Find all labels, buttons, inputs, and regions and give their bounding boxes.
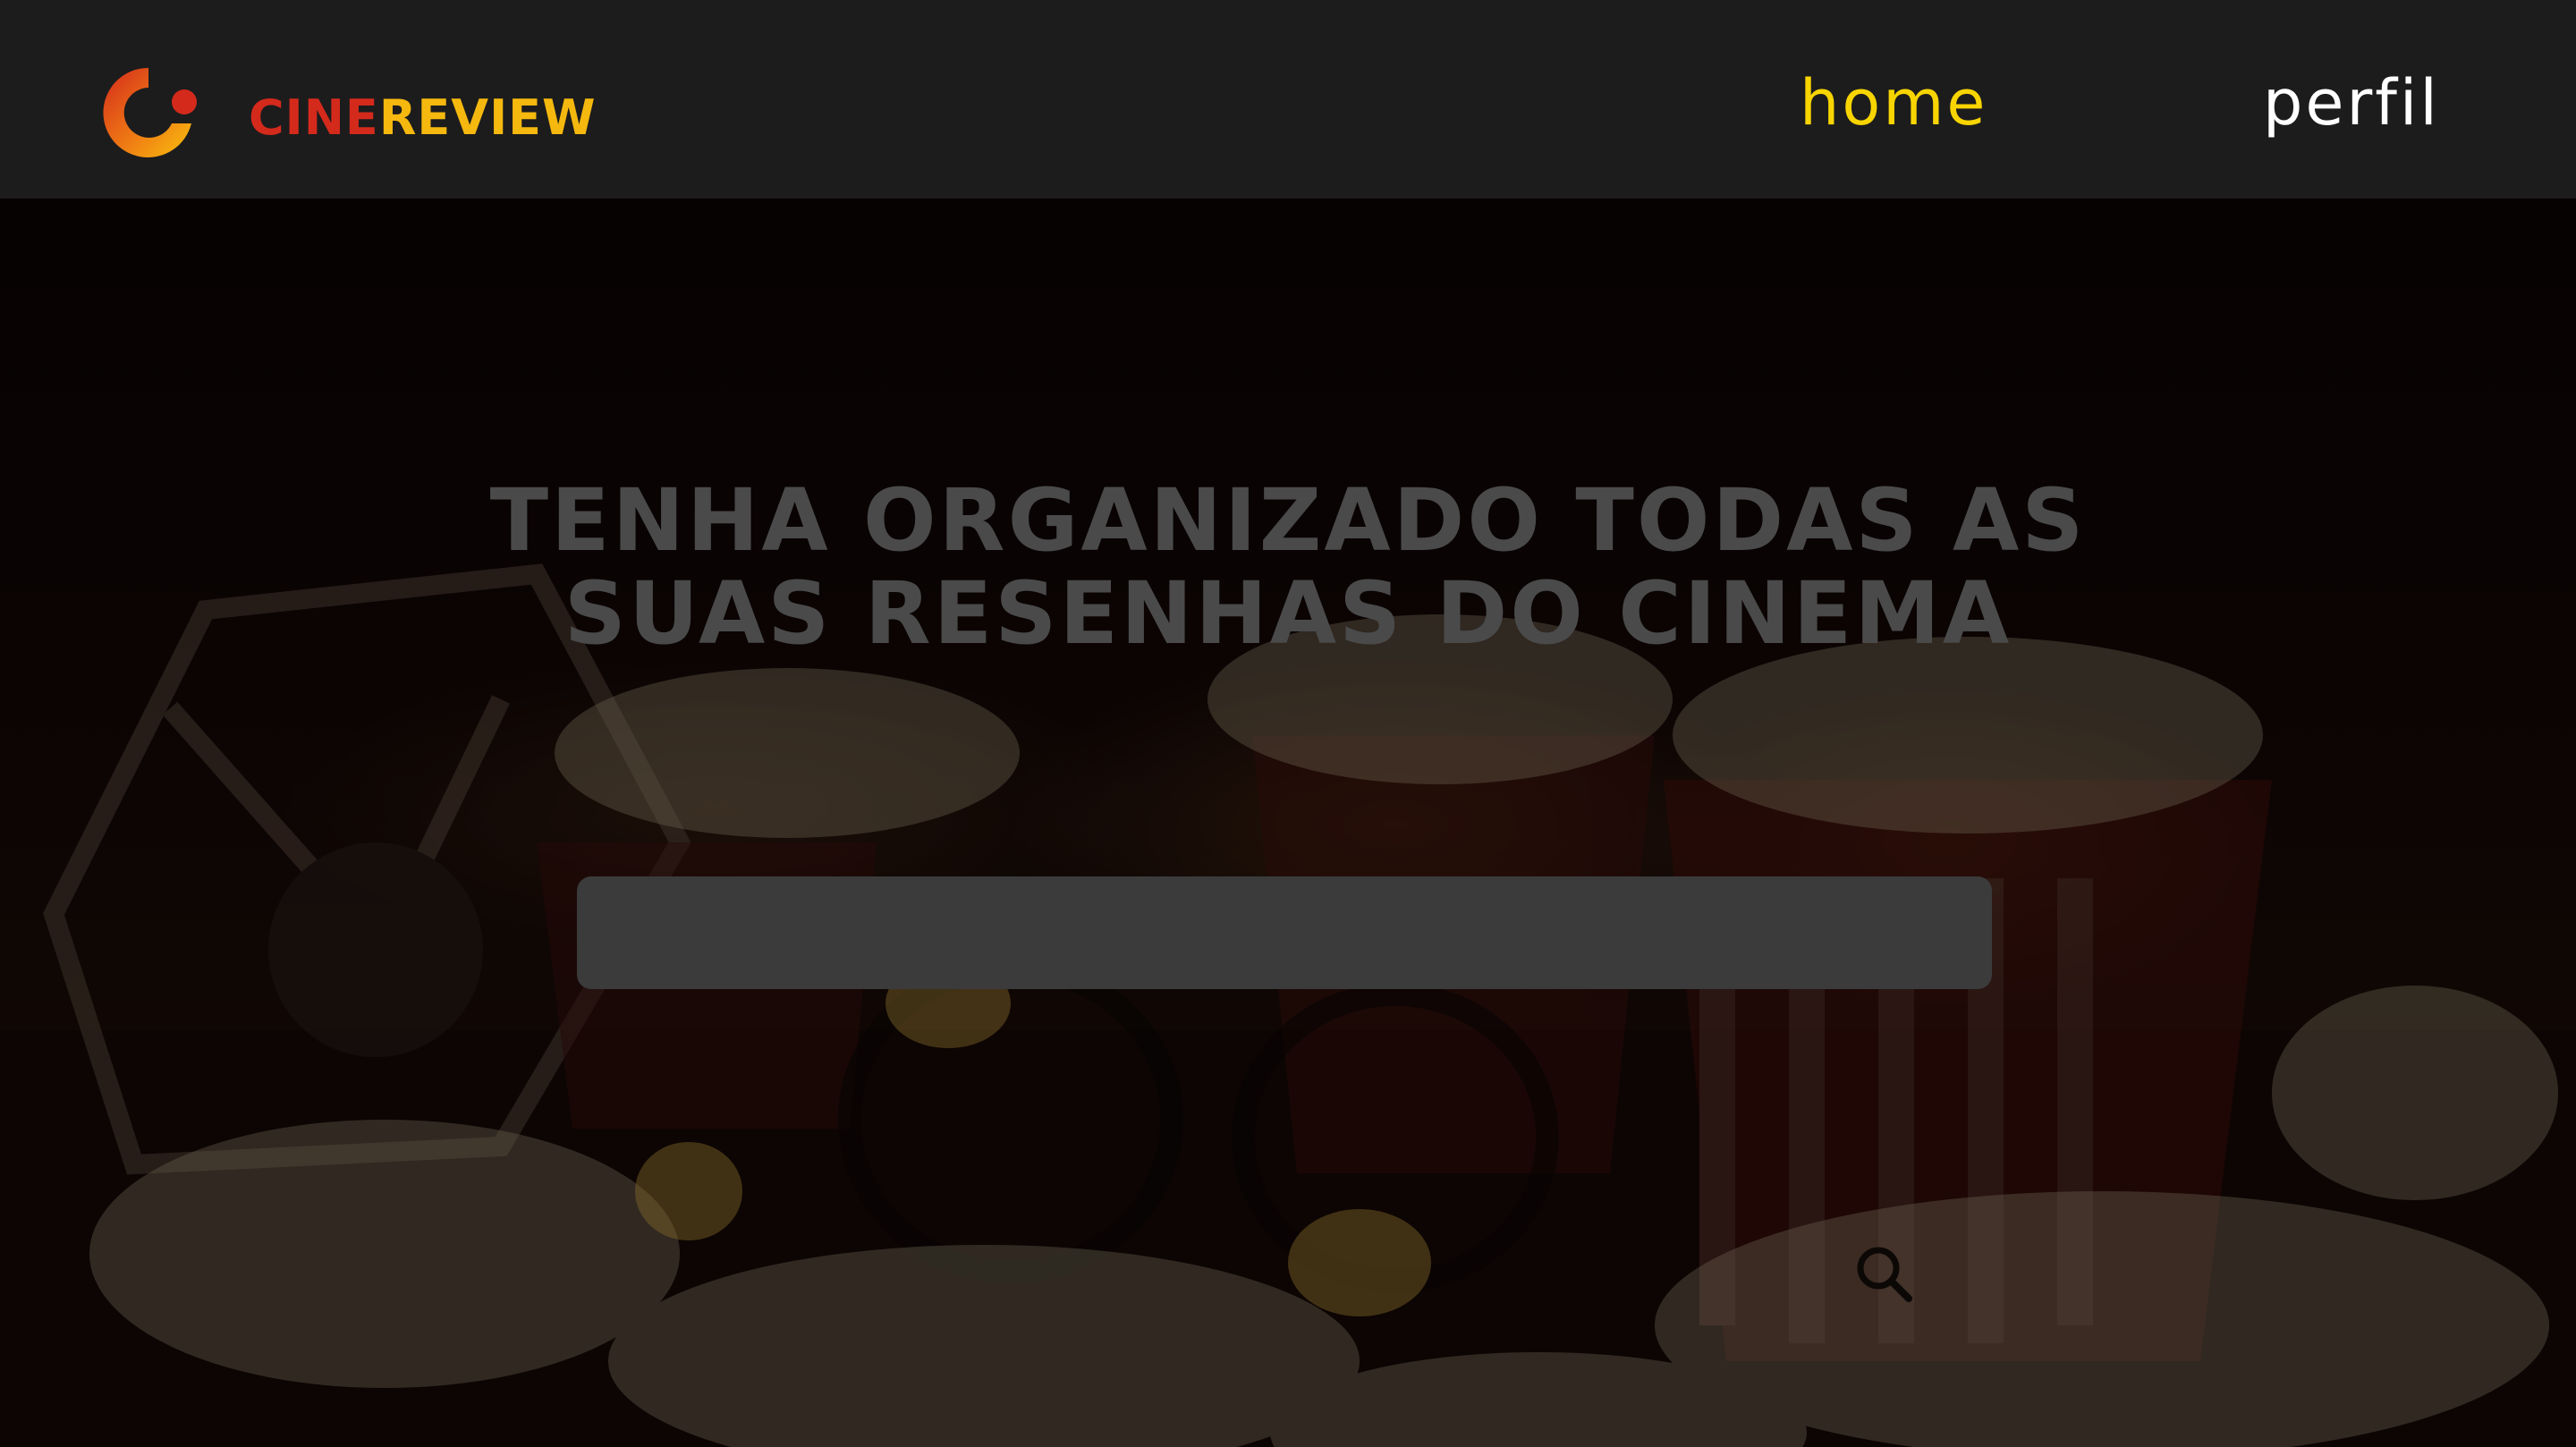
- popcorn-background-image: [0, 199, 2576, 1447]
- top-navbar: CINEREVIEW home perfil: [0, 0, 2576, 199]
- search-input[interactable]: [577, 876, 1992, 989]
- hero-title: TENHA ORGANIZADO TODAS AS SUAS RESENHAS …: [394, 474, 2182, 660]
- hero-section: TENHA ORGANIZADO TODAS AS SUAS RESENHAS …: [0, 199, 2576, 1447]
- brand-name-cine: CINE: [249, 89, 379, 146]
- cinereview-logo-icon[interactable]: [97, 59, 204, 166]
- brand-name-review: REVIEW: [378, 89, 597, 146]
- nav-home-link[interactable]: home: [1800, 63, 1987, 143]
- hero-title-line-2: SUAS RESENHAS DO CINEMA: [564, 563, 2012, 664]
- page: CINEREVIEW home perfil TENHA ORGANIZADO …: [0, 0, 2576, 1447]
- search-icon[interactable]: [1853, 1243, 1916, 1306]
- brand-name[interactable]: CINEREVIEW: [249, 89, 597, 147]
- hero-title-line-1: TENHA ORGANIZADO TODAS AS: [489, 470, 2087, 571]
- nav-perfil-link[interactable]: perfil: [2263, 63, 2440, 143]
